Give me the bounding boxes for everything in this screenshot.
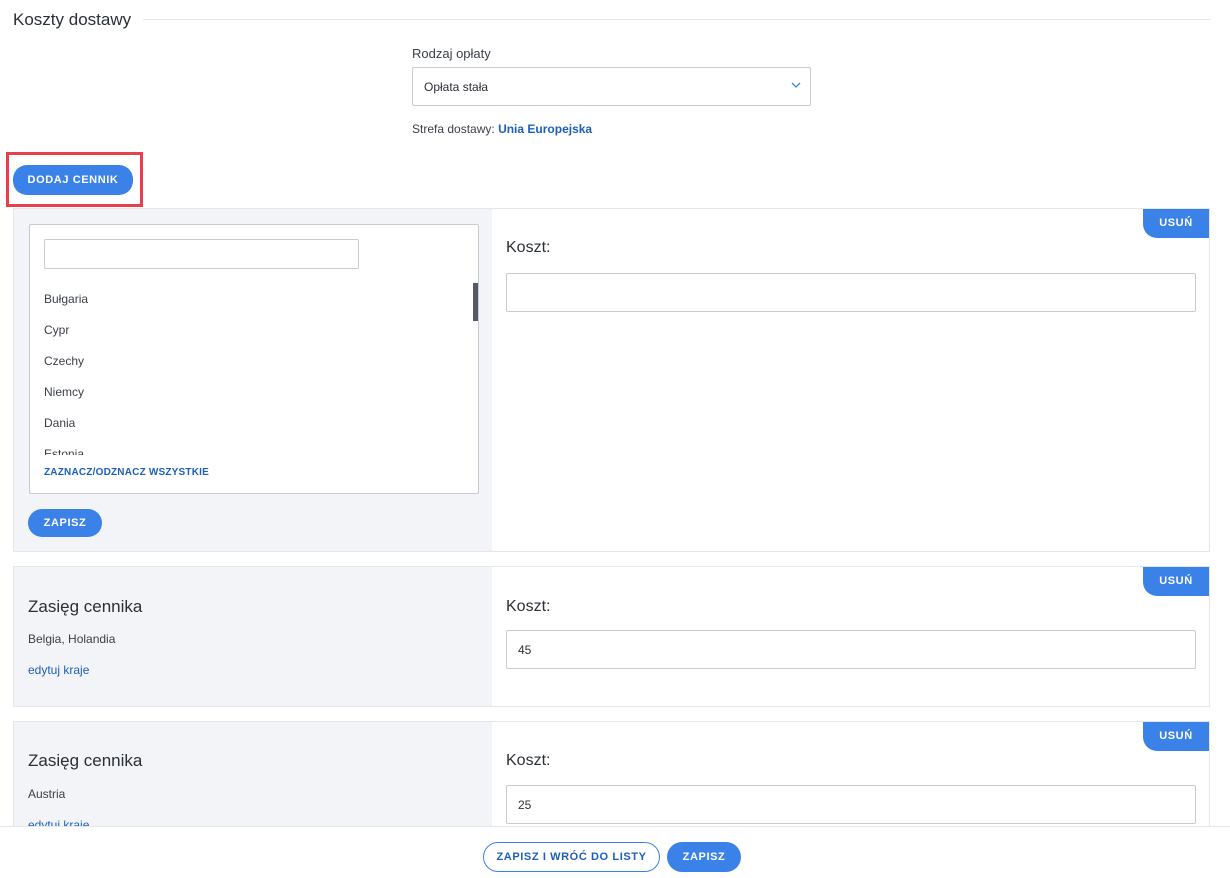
- country-item[interactable]: Czechy: [44, 347, 464, 378]
- cost-label: Koszt:: [506, 598, 551, 615]
- delivery-zone-value[interactable]: Unia Europejska: [498, 122, 592, 136]
- cost-input[interactable]: 45: [506, 630, 1196, 669]
- chevron-down-icon: [791, 82, 801, 88]
- country-selector: Bułgaria Cypr Czechy Niemcy Dania Estoni…: [29, 224, 479, 494]
- country-item[interactable]: Estonia: [44, 440, 464, 455]
- country-item[interactable]: Dania: [44, 409, 464, 440]
- save-button[interactable]: ZAPISZ: [667, 842, 741, 872]
- save-and-return-button[interactable]: ZAPISZ I WRÓĆ DO LISTY: [483, 842, 660, 872]
- range-title: Zasięg cennika: [28, 751, 143, 770]
- add-price-list-button[interactable]: DODAJ CENNIK: [13, 165, 133, 195]
- remove-button[interactable]: USUŃ: [1143, 722, 1209, 751]
- country-item[interactable]: Bułgaria: [44, 285, 464, 316]
- section-divider: [143, 19, 1210, 20]
- price-list-card: Zasięg cennika Belgia, Holandia edytuj k…: [13, 566, 1210, 707]
- section-title: Koszty dostawy: [13, 10, 132, 29]
- range-title: Zasięg cennika: [28, 597, 143, 616]
- cost-input[interactable]: 25: [506, 785, 1196, 824]
- cost-input[interactable]: [506, 273, 1196, 312]
- delivery-zone: Strefa dostawy: Unia Europejska: [412, 122, 592, 136]
- range-countries: Austria: [28, 787, 66, 801]
- country-item[interactable]: Cypr: [44, 316, 464, 347]
- save-countries-button[interactable]: ZAPISZ: [28, 509, 102, 537]
- edit-countries-link[interactable]: edytuj kraje: [28, 663, 89, 677]
- delivery-zone-label: Strefa dostawy:: [412, 122, 495, 136]
- range-panel: Zasięg cennika Belgia, Holandia edytuj k…: [14, 567, 492, 706]
- range-countries: Belgia, Holandia: [28, 632, 116, 646]
- country-item[interactable]: Niemcy: [44, 378, 464, 409]
- remove-button[interactable]: USUŃ: [1143, 209, 1209, 238]
- price-list-editor-card: Bułgaria Cypr Czechy Niemcy Dania Estoni…: [13, 208, 1210, 552]
- scrollbar-thumb[interactable]: [473, 283, 478, 321]
- country-list[interactable]: Bułgaria Cypr Czechy Niemcy Dania Estoni…: [44, 285, 464, 455]
- toggle-all-link[interactable]: ZAZNACZ/ODZNACZ WSZYSTKIE: [44, 467, 209, 478]
- cost-label: Koszt:: [506, 239, 551, 256]
- country-search-input[interactable]: [44, 239, 359, 269]
- fee-type-label: Rodzaj opłaty: [412, 46, 491, 61]
- remove-button[interactable]: USUŃ: [1143, 567, 1209, 596]
- fee-type-select[interactable]: Opłata stała: [412, 67, 811, 106]
- cost-label: Koszt:: [506, 752, 551, 769]
- country-panel: Bułgaria Cypr Czechy Niemcy Dania Estoni…: [14, 209, 492, 551]
- footer-bar: ZAPISZ I WRÓĆ DO LISTY ZAPISZ: [0, 826, 1230, 878]
- fee-type-value: Opłata stała: [424, 80, 489, 94]
